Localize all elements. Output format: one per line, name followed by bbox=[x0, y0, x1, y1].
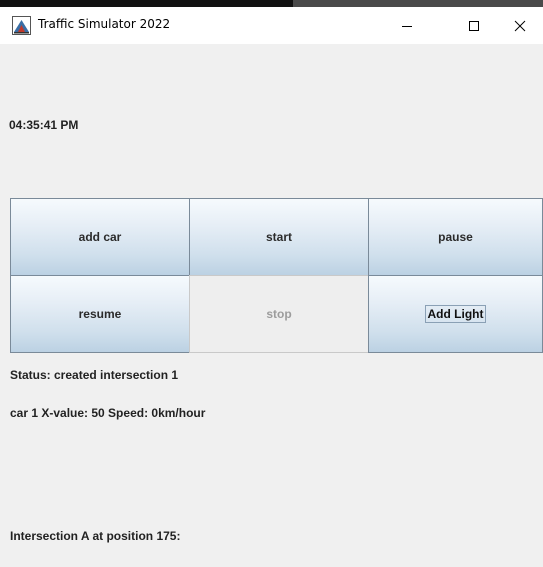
control-button-grid: add car start pause resume stop Add Ligh… bbox=[10, 198, 543, 353]
start-label: start bbox=[265, 230, 292, 244]
app-icon bbox=[12, 16, 31, 35]
add-car-label: add car bbox=[78, 230, 122, 244]
intersection-info-label: Intersection A at position 175: bbox=[10, 529, 181, 543]
close-icon bbox=[514, 20, 526, 31]
stop-button[interactable]: stop bbox=[189, 275, 369, 353]
title-bar[interactable]: Traffic Simulator 2022 bbox=[0, 7, 543, 44]
top-edge bbox=[0, 0, 543, 7]
pause-button[interactable]: pause bbox=[368, 198, 543, 276]
status-label: Status: created intersection 1 bbox=[10, 368, 179, 382]
stop-label: stop bbox=[266, 307, 292, 321]
add-car-button[interactable]: add car bbox=[10, 198, 190, 276]
close-button[interactable] bbox=[497, 7, 543, 44]
window-title: Traffic Simulator 2022 bbox=[38, 17, 171, 31]
resume-label: resume bbox=[78, 307, 122, 321]
add-light-label: Add Light bbox=[424, 305, 487, 323]
car-info-label: car 1 X-value: 50 Speed: 0km/hour bbox=[10, 406, 206, 420]
start-button[interactable]: start bbox=[189, 198, 369, 276]
app-window: Traffic Simulator 2022 04:35:41 PM add c… bbox=[0, 0, 543, 567]
clock-label: 04:35:41 PM bbox=[9, 118, 79, 132]
maximize-button[interactable] bbox=[451, 7, 497, 44]
maximize-icon bbox=[469, 20, 479, 31]
pause-label: pause bbox=[438, 230, 473, 244]
minimize-button[interactable] bbox=[384, 7, 430, 44]
add-light-button[interactable]: Add Light bbox=[368, 275, 543, 353]
minimize-icon bbox=[402, 25, 412, 27]
resume-button[interactable]: resume bbox=[10, 275, 190, 353]
